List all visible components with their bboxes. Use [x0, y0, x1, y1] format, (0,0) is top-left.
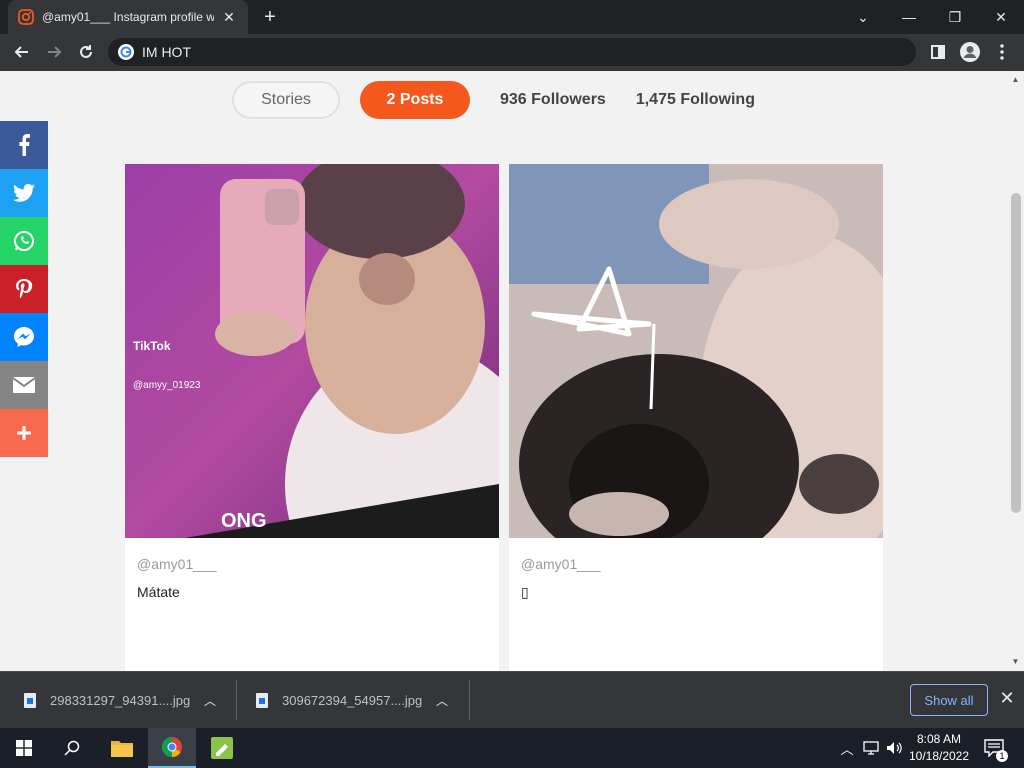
scroll-up-arrow-icon[interactable]: ▲: [1007, 73, 1024, 87]
notes-app-icon: [211, 737, 233, 759]
followers-count[interactable]: 936 Followers: [500, 91, 606, 109]
divider: [236, 680, 237, 720]
download-item[interactable]: 309672394_54957....jpg ︿: [256, 680, 452, 720]
chevron-up-icon[interactable]: ︿: [432, 692, 452, 709]
network-icon[interactable]: [860, 728, 882, 768]
download-filename[interactable]: 309672394_54957....jpg: [282, 693, 432, 708]
post-image[interactable]: [509, 164, 883, 538]
post-image[interactable]: TikTok @amyy_01923 ONG: [125, 164, 499, 538]
twitter-icon: [13, 184, 35, 202]
tiktok-watermark: TikTok: [133, 339, 171, 353]
windows-taskbar: ︿ 8:08 AM 10/18/2022 1: [0, 728, 1024, 768]
post-caption: Mátate: [137, 584, 180, 600]
google-icon: [118, 44, 134, 60]
email-share-button[interactable]: [0, 361, 48, 409]
tab-search-icon[interactable]: ⌄: [840, 0, 886, 34]
tiktok-username-watermark: @amyy_01923: [133, 380, 201, 391]
plus-icon: [17, 426, 31, 440]
image-file-icon: [24, 692, 36, 708]
whatsapp-icon: [14, 231, 34, 251]
menu-kebab-icon[interactable]: [988, 38, 1016, 66]
clock-date: 10/18/2022: [908, 749, 970, 763]
app-taskbar-button[interactable]: [198, 728, 246, 768]
chrome-taskbar-button[interactable]: [148, 728, 196, 768]
chrome-icon: [161, 736, 182, 758]
show-all-button[interactable]: Show all: [910, 684, 988, 716]
system-clock[interactable]: 8:08 AM 10/18/2022: [900, 731, 978, 765]
window-close-button[interactable]: ✕: [978, 0, 1024, 34]
image-file-icon: [256, 692, 268, 708]
tray-chevron-icon[interactable]: ︿: [836, 728, 858, 768]
web-page: Stories 2 Posts 936 Followers 1,475 Foll…: [0, 71, 1024, 671]
search-icon: [64, 740, 80, 756]
address-bar[interactable]: IM HOT: [108, 38, 916, 66]
social-share-bar: [0, 121, 48, 457]
whatsapp-share-button[interactable]: [0, 217, 48, 265]
post-username[interactable]: @amy01___: [137, 556, 217, 572]
file-explorer-button[interactable]: [98, 728, 146, 768]
messenger-share-button[interactable]: [0, 313, 48, 361]
clock-time: 8:08 AM: [916, 732, 962, 746]
notification-badge: 1: [996, 750, 1008, 762]
download-item[interactable]: 298331297_94391....jpg ︿: [24, 680, 220, 720]
facebook-icon: [19, 134, 30, 156]
more-share-button[interactable]: [0, 409, 48, 457]
browser-tab[interactable]: @amy01___ Instagram profile wit ✕: [8, 0, 248, 34]
browser-toolbar: IM HOT: [0, 34, 1024, 71]
address-text: IM HOT: [142, 44, 191, 60]
post-caption: ▯: [521, 584, 529, 600]
chevron-up-icon[interactable]: ︿: [200, 692, 220, 709]
instagram-icon: [18, 9, 34, 25]
restore-button[interactable]: ❐: [932, 0, 978, 34]
tab-title: @amy01___ Instagram profile wit: [42, 10, 214, 24]
reload-icon[interactable]: [72, 38, 100, 66]
pinterest-icon: [16, 279, 33, 299]
profile-avatar-icon[interactable]: [956, 38, 984, 66]
close-shelf-icon[interactable]: ✕: [996, 688, 1018, 712]
page-scrollbar[interactable]: ▲ ▼: [1007, 71, 1024, 671]
tab-strip: @amy01___ Instagram profile wit ✕ + ⌄ — …: [0, 0, 1024, 34]
following-count[interactable]: 1,475 Following: [636, 91, 755, 109]
post-username[interactable]: @amy01___: [521, 556, 601, 572]
pinterest-share-button[interactable]: [0, 265, 48, 313]
facebook-share-button[interactable]: [0, 121, 48, 169]
back-arrow-icon[interactable]: [8, 38, 36, 66]
twitter-share-button[interactable]: [0, 169, 48, 217]
forward-arrow-icon[interactable]: [40, 38, 68, 66]
new-tab-button[interactable]: +: [258, 5, 282, 29]
download-filename[interactable]: 298331297_94391....jpg: [50, 693, 200, 708]
stories-button[interactable]: Stories: [232, 81, 340, 119]
windows-logo-icon: [16, 740, 32, 756]
post-card[interactable]: @amy01___ ▯: [509, 164, 883, 671]
start-button[interactable]: [0, 728, 48, 768]
messenger-icon: [14, 327, 34, 347]
scrollbar-thumb[interactable]: [1011, 193, 1021, 513]
tab-close-icon[interactable]: ✕: [220, 9, 238, 26]
minimize-button[interactable]: —: [886, 0, 932, 34]
side-panel-icon[interactable]: [924, 38, 952, 66]
post-card[interactable]: TikTok @amyy_01923 ONG @amy01___ Mátate: [125, 164, 499, 671]
notifications-icon[interactable]: 1: [980, 728, 1008, 768]
image-overlay-text: ONG: [221, 510, 267, 532]
scroll-down-arrow-icon[interactable]: ▼: [1007, 655, 1024, 669]
downloads-shelf: 298331297_94391....jpg ︿ 309672394_54957…: [0, 671, 1024, 728]
profile-stats-bar: Stories 2 Posts 936 Followers 1,475 Foll…: [232, 81, 755, 119]
folder-icon: [111, 741, 133, 757]
divider: [469, 680, 470, 720]
posts-button[interactable]: 2 Posts: [360, 81, 470, 119]
search-button[interactable]: [48, 728, 96, 768]
email-icon: [13, 377, 35, 393]
